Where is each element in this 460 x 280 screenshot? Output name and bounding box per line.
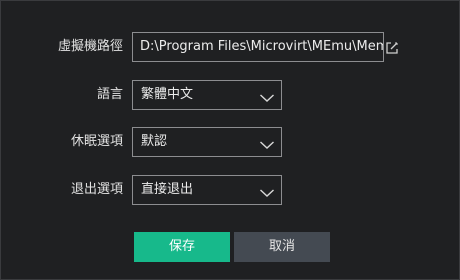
exit-option-select[interactable]: 直接退出 <box>132 175 282 205</box>
language-select[interactable]: 繁體中文 <box>132 80 282 110</box>
language-selected-value: 繁體中文 <box>141 87 194 102</box>
vm-path-label: 虛擬機路徑 <box>57 39 123 54</box>
chevron-down-icon <box>259 184 275 197</box>
sleep-option-selected-value: 默認 <box>141 134 168 149</box>
vm-path-row: 虛擬機路徑 D:\Program Files\Microvirt\MEmu\Me… <box>1 32 460 62</box>
exit-option-row: 退出選項 直接退出 <box>1 175 460 205</box>
sleep-option-label: 休眠選項 <box>70 134 123 149</box>
cancel-button[interactable]: 取消 <box>234 232 330 262</box>
language-label: 語言 <box>96 87 123 102</box>
exit-option-selected-value: 直接退出 <box>141 182 194 197</box>
settings-dialog: 虛擬機路徑 D:\Program Files\Microvirt\MEmu\Me… <box>0 0 460 280</box>
exit-option-label: 退出選項 <box>70 182 123 197</box>
chevron-down-icon <box>259 89 275 102</box>
edit-icon[interactable] <box>385 40 399 54</box>
vm-path-field[interactable]: D:\Program Files\Microvirt\MEmu\MemuHype… <box>132 32 384 62</box>
language-row: 語言 繁體中文 <box>1 80 460 110</box>
sleep-option-row: 休眠選項 默認 <box>1 127 460 157</box>
sleep-option-select[interactable]: 默認 <box>132 127 282 157</box>
chevron-down-icon <box>259 136 275 149</box>
save-button[interactable]: 保存 <box>134 232 230 262</box>
